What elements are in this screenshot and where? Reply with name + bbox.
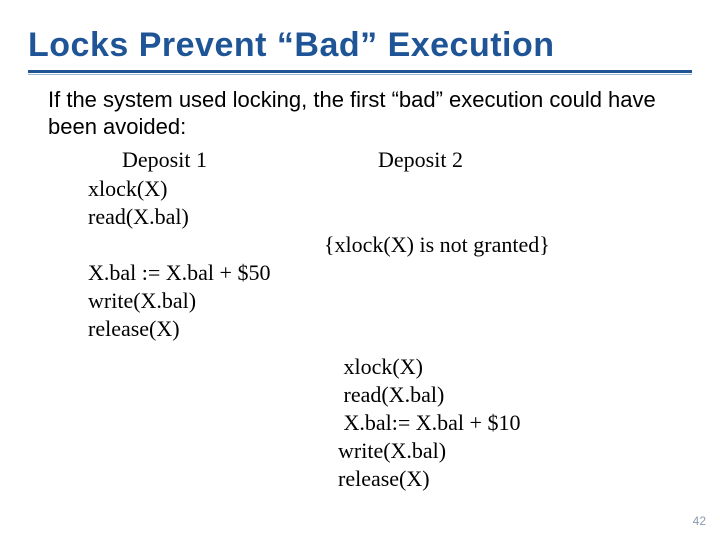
page-number: 42 xyxy=(693,514,706,528)
columns: Deposit 1 xlock(X) read(X.bal) X.bal := … xyxy=(88,147,692,494)
slide-title: Locks Prevent “Bad” Execution xyxy=(28,28,692,64)
column-deposit-1: Deposit 1 xlock(X) read(X.bal) X.bal := … xyxy=(88,147,338,494)
intro-text: If the system used locking, the first “b… xyxy=(48,86,668,141)
deposit-1-block-2: X.bal := X.bal + $50 write(X.bal) releas… xyxy=(88,259,338,343)
deposit-1-block-1: xlock(X) read(X.bal) xyxy=(88,175,338,231)
slide: Locks Prevent “Bad” Execution If the sys… xyxy=(0,0,720,540)
lock-not-granted-note: {xlock(X) is not granted} xyxy=(324,231,658,259)
deposit-2-heading: Deposit 2 xyxy=(378,147,658,173)
column-deposit-2: Deposit 2 {xlock(X) is not granted} xloc… xyxy=(338,147,658,494)
deposit-2-block: xlock(X) read(X.bal) X.bal:= X.bal + $10… xyxy=(338,353,658,494)
deposit-1-heading: Deposit 1 xyxy=(122,147,338,173)
title-underline xyxy=(28,70,692,76)
